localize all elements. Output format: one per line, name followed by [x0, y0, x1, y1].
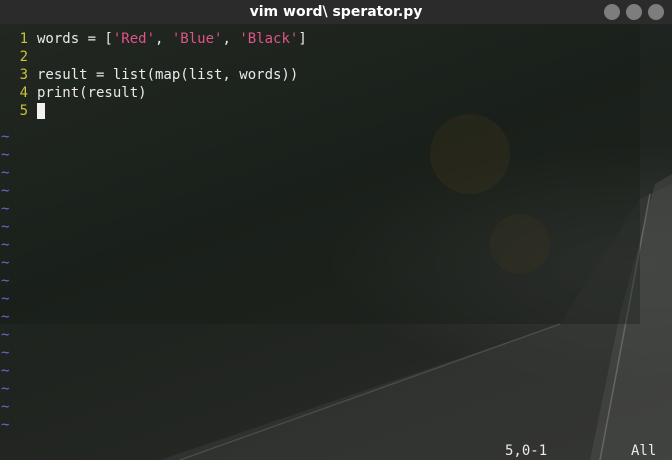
code-line[interactable]: 4 print(result) — [0, 84, 672, 102]
scroll-indicator: All — [631, 443, 657, 459]
code-text: , — [222, 31, 240, 47]
code-text: words = [ — [37, 31, 113, 47]
empty-line-tilde: ~ — [1, 165, 10, 181]
line-number: 2 — [19, 49, 28, 65]
line-number: 4 — [19, 85, 28, 101]
code-line[interactable]: 1 words = ['Red', 'Blue', 'Black'] — [0, 30, 672, 48]
code-text: ] — [298, 31, 307, 47]
empty-line-tilde: ~ — [1, 273, 10, 289]
window-title: vim word\ sperator.py — [249, 4, 423, 20]
line-number: 5 — [19, 103, 28, 119]
status-line: 5,0-1 All — [0, 442, 672, 460]
empty-line-tilde: ~ — [1, 201, 10, 217]
empty-line-tilde: ~ — [1, 309, 10, 325]
empty-line-tilde: ~ — [1, 345, 10, 361]
empty-line-tilde: ~ — [1, 327, 10, 343]
string-literal: 'Blue' — [171, 31, 223, 47]
empty-line-tilde: ~ — [1, 381, 10, 397]
empty-line-tilde: ~ — [1, 255, 10, 271]
code-line[interactable]: 2 — [0, 48, 672, 66]
empty-line-tilde: ~ — [1, 219, 10, 235]
line-number: 3 — [19, 67, 28, 83]
empty-line-tilde: ~ — [1, 291, 10, 307]
maximize-button[interactable] — [626, 4, 642, 20]
cursor-position: 5,0-1 — [505, 443, 548, 459]
string-literal: 'Black' — [239, 31, 299, 47]
empty-line-tilde: ~ — [1, 417, 10, 433]
title-bar[interactable]: vim word\ sperator.py — [0, 0, 672, 24]
empty-line-tilde: ~ — [1, 183, 10, 199]
text-cursor — [37, 103, 45, 119]
empty-line-tilde: ~ — [1, 399, 10, 415]
window-controls — [604, 4, 664, 20]
vim-editor[interactable]: 1 words = ['Red', 'Blue', 'Black'] 2 3 resul… — [0, 24, 672, 460]
empty-line-markers: ~ ~ ~ ~ ~ ~ ~ ~ ~ ~ ~ ~ ~ ~ ~ ~ ~ — [0, 128, 20, 434]
empty-line-tilde: ~ — [1, 147, 10, 163]
line-number: 1 — [19, 31, 28, 47]
close-button[interactable] — [648, 4, 664, 20]
code-text: , — [155, 31, 172, 47]
code-buffer[interactable]: 1 words = ['Red', 'Blue', 'Black'] 2 3 resul… — [0, 30, 672, 120]
string-literal: 'Red' — [112, 31, 156, 47]
empty-line-tilde: ~ — [1, 237, 10, 253]
code-text: result = list(map(list, words)) — [37, 67, 299, 83]
code-line[interactable]: 5 — [0, 102, 672, 120]
code-text: print(result) — [37, 85, 147, 101]
empty-line-tilde: ~ — [1, 363, 10, 379]
minimize-button[interactable] — [604, 4, 620, 20]
empty-line-tilde: ~ — [1, 129, 10, 145]
code-line[interactable]: 3 result = list(map(list, words)) — [0, 66, 672, 84]
terminal-window: vim word\ sperator.py 1 words = ['Red', '… — [0, 0, 672, 460]
